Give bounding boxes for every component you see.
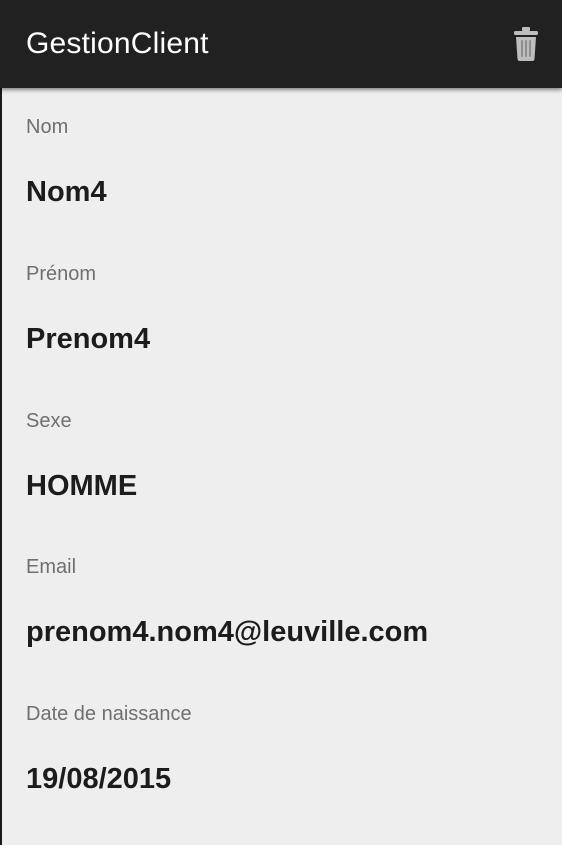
field-label-prenom: Prénom bbox=[26, 263, 97, 285]
field-label-sexe: Sexe bbox=[26, 410, 72, 432]
field-value-date-naissance: 19/08/2015 bbox=[26, 763, 172, 795]
trash-icon bbox=[514, 27, 538, 61]
field-sexe: Sexe HOMME bbox=[26, 408, 546, 504]
field-date-naissance: Date de naissance 19/08/2015 bbox=[26, 701, 546, 797]
app-bar: GestionClient bbox=[0, 0, 562, 88]
app-title: GestionClient bbox=[26, 27, 209, 60]
field-label-nom: Nom bbox=[26, 116, 69, 138]
field-prenom: Prénom Prenom4 bbox=[26, 261, 546, 357]
field-email: Email prenom4.nom4@leuville.com bbox=[26, 554, 546, 650]
field-value-email: prenom4.nom4@leuville.com bbox=[26, 616, 429, 648]
field-value-nom: Nom4 bbox=[26, 176, 107, 208]
delete-button[interactable] bbox=[500, 14, 552, 74]
field-nom: Nom Nom4 bbox=[26, 114, 546, 210]
field-label-date-naissance: Date de naissance bbox=[26, 703, 192, 725]
field-value-prenom: Prenom4 bbox=[26, 323, 151, 355]
field-value-sexe: HOMME bbox=[26, 470, 138, 502]
field-label-email: Email bbox=[26, 556, 77, 578]
left-edge-divider bbox=[0, 88, 2, 845]
